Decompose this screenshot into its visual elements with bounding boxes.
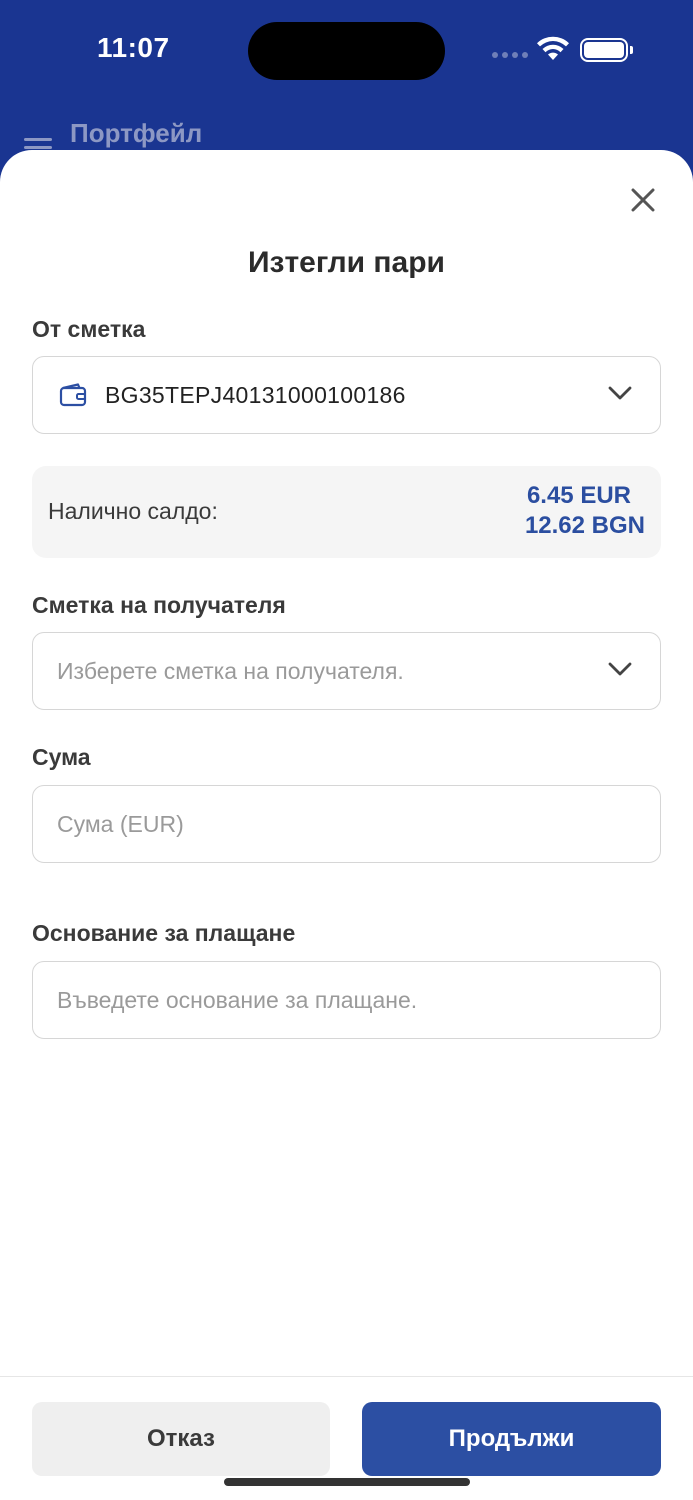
chevron-down-icon bbox=[608, 386, 632, 400]
balance-eur: 6.45 EUR bbox=[526, 482, 631, 509]
withdraw-sheet: Изтегли пари От сметка BG35TEPJ401310001… bbox=[0, 150, 693, 1500]
status-bar: 11:07 bbox=[0, 0, 693, 100]
footer-divider bbox=[0, 1376, 693, 1377]
home-indicator bbox=[224, 1478, 470, 1486]
recipient-account-select[interactable]: Изберете сметка на получателя. bbox=[32, 632, 661, 710]
payment-reason-label: Основание за плащане bbox=[32, 920, 296, 946]
battery-icon bbox=[580, 38, 633, 62]
dynamic-island bbox=[248, 22, 445, 80]
status-time: 11:07 bbox=[97, 32, 170, 63]
cancel-button[interactable]: Отказ bbox=[32, 1402, 330, 1476]
cellular-signal-icon bbox=[492, 52, 528, 58]
wifi-icon bbox=[537, 36, 569, 60]
wallet-icon bbox=[59, 383, 87, 407]
amount-label: Сума bbox=[32, 744, 91, 770]
background-title: Портфейл bbox=[70, 118, 203, 148]
amount-placeholder: Сума (EUR) bbox=[57, 811, 184, 837]
balance-label: Налично салдо: bbox=[48, 498, 218, 524]
amount-input[interactable]: Сума (EUR) bbox=[32, 785, 661, 863]
recipient-account-label: Сметка на получателя bbox=[32, 592, 286, 618]
from-account-select[interactable]: BG35TEPJ40131000100186 bbox=[32, 356, 661, 434]
recipient-account-placeholder: Изберете сметка на получателя. bbox=[57, 658, 404, 684]
balance-bgn: 12.62 BGN bbox=[524, 512, 645, 539]
chevron-down-icon bbox=[608, 662, 632, 676]
close-icon[interactable] bbox=[629, 186, 657, 214]
payment-reason-placeholder: Въведете основание за плащане. bbox=[57, 987, 418, 1013]
sheet-title: Изтегли пари bbox=[247, 246, 445, 279]
from-account-value: BG35TEPJ40131000100186 bbox=[105, 382, 406, 408]
available-balance-box: Налично салдо: 6.45 EUR 12.62 BGN bbox=[32, 466, 661, 558]
continue-button[interactable]: Продължи bbox=[362, 1402, 661, 1476]
payment-reason-input[interactable]: Въведете основание за плащане. bbox=[32, 961, 661, 1039]
from-account-label: От сметка bbox=[32, 316, 146, 342]
